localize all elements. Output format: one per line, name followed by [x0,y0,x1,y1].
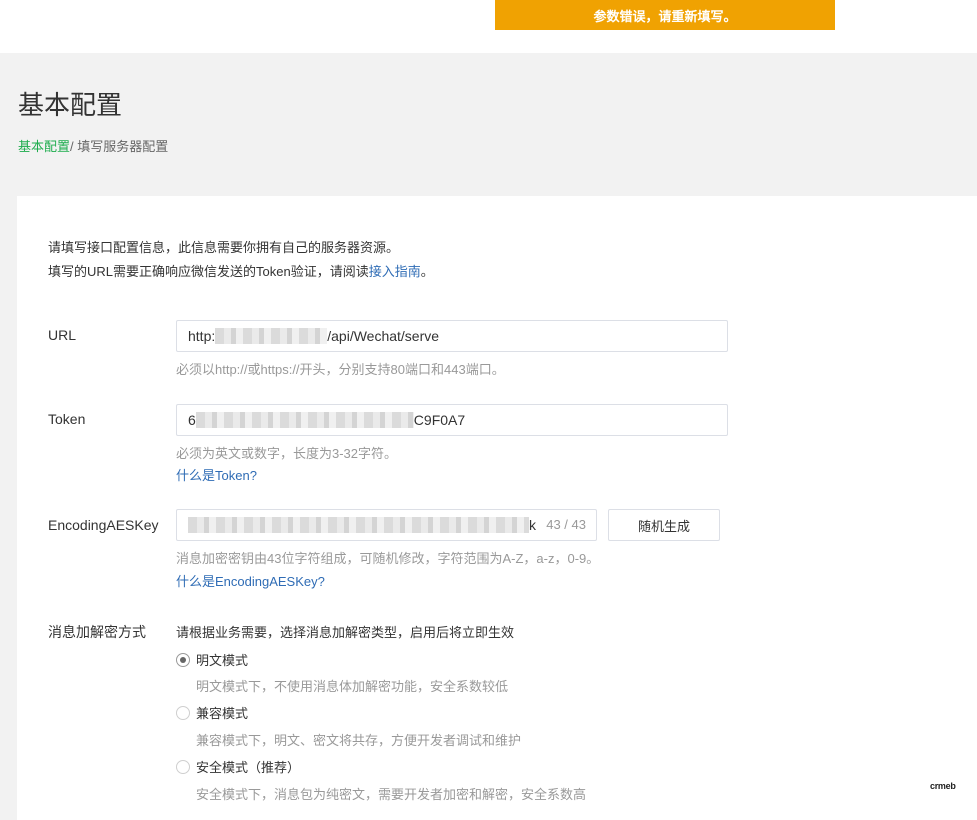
encryption-label: 消息加解密方式 [48,624,146,640]
page: 参数错误，请重新填写。 基本配置 基本配置/ 填写服务器配置 请填写接口配置信息… [0,0,977,820]
redacted-token [195,412,414,428]
intro-line-1: 请填写接口配置信息，此信息需要你拥有自己的服务器资源。 [48,240,400,255]
radio-compatible[interactable]: 兼容模式 [176,703,248,722]
error-toast: 参数错误，请重新填写。 [495,0,835,30]
radio-checked-icon[interactable] [176,652,190,667]
token-label: Token [48,411,86,427]
what-is-aes-link[interactable]: 什么是EncodingAESKey? [176,571,325,590]
token-hint: 必须为英文或数字，长度为3-32字符。 [176,446,398,461]
aes-input[interactable]: k 43 / 43 [176,509,597,541]
what-is-token-link[interactable]: 什么是Token? [176,465,257,484]
radio-plaintext[interactable]: 明文模式 [176,650,248,669]
compatible-desc: 兼容模式下，明文、密文将共存，方便开发者调试和维护 [196,733,522,748]
crmeb-logo: crmeb [930,781,956,791]
secure-desc: 安全模式下，消息包为纯密文，需要开发者加密和解密，安全系数高 [196,787,587,802]
token-input[interactable]: 6 C9F0A7 [176,404,728,436]
url-input[interactable]: http:/api/Wechat/serve [176,320,728,352]
config-card [17,196,977,820]
intro-text: 请填写接口配置信息，此信息需要你拥有自己的服务器资源。 填写的URL需要正确响应… [48,236,434,284]
breadcrumb: 基本配置/ 填写服务器配置 [18,136,168,155]
char-counter: 43 / 43 [546,517,586,532]
url-label: URL [48,327,77,343]
radio-unchecked-icon[interactable] [176,759,190,774]
redacted-aes-key [188,517,529,533]
radio-unchecked-icon[interactable] [176,705,190,720]
encryption-description: 请根据业务需要，选择消息加解密类型，启用后将立即生效 [176,625,515,640]
random-generate-button[interactable]: 随机生成 [608,509,720,541]
aes-label: EncodingAESKey [48,517,159,533]
radio-secure[interactable]: 安全模式（推荐） [176,757,300,776]
breadcrumb-root[interactable]: 基本配置 [18,139,70,154]
page-title: 基本配置 [18,90,123,120]
breadcrumb-current: 填写服务器配置 [77,139,169,154]
plaintext-desc: 明文模式下，不使用消息体加解密功能，安全系数较低 [196,679,509,694]
intro-line-2: 填写的URL需要正确响应微信发送的Token验证，请阅读接入指南。 [48,264,434,279]
redacted-domain [215,328,328,344]
aes-hint: 消息加密密钥由43位字符组成，可随机修改，字符范围为A-Z，a-z，0-9。 [176,551,600,566]
access-guide-link[interactable]: 接入指南 [369,264,421,279]
url-hint: 必须以http://或https://开头，分别支持80端口和443端口。 [176,362,505,377]
